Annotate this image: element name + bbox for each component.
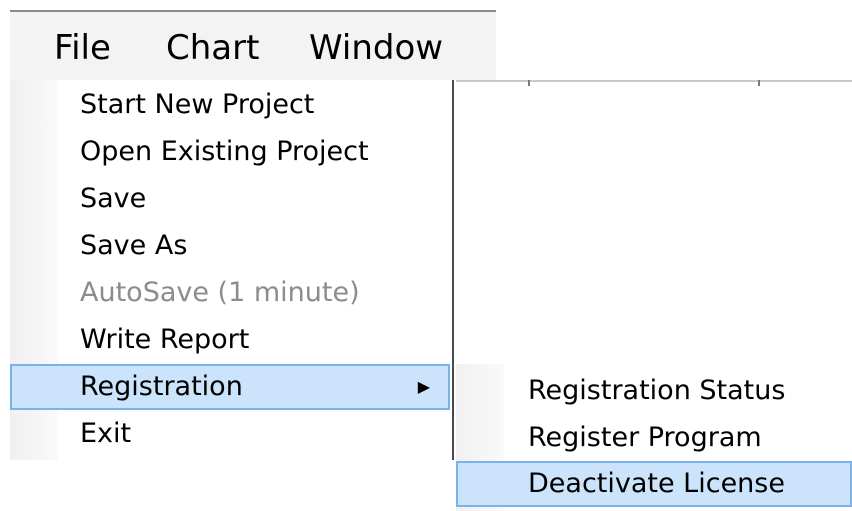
menu-file[interactable]: File — [54, 26, 111, 70]
menu-item-open-existing-project[interactable]: Open Existing Project — [10, 129, 450, 175]
submenu-item-label: Deactivate License — [528, 468, 785, 499]
app-window: File Chart Window Start New Project Open… — [0, 0, 852, 511]
chevron-right-icon: ▶ — [417, 377, 430, 396]
background-window-edge — [456, 80, 852, 86]
file-menu-dropdown: Start New Project Open Existing Project … — [10, 80, 454, 460]
menu-item-label: Exit — [80, 418, 132, 449]
menu-item-label: Save As — [80, 230, 188, 261]
submenu-item-label: Registration Status — [528, 375, 786, 406]
menu-item-label: Registration — [80, 371, 243, 402]
menu-item-write-report[interactable]: Write Report — [10, 317, 450, 363]
menu-chart[interactable]: Chart — [166, 26, 259, 70]
menu-item-label: Save — [80, 183, 147, 214]
menu-window[interactable]: Window — [309, 26, 443, 70]
menu-item-save-as[interactable]: Save As — [10, 223, 450, 269]
menu-item-exit[interactable]: Exit — [10, 411, 450, 457]
menu-item-label: Open Existing Project — [80, 136, 369, 167]
ruler-tick — [758, 80, 760, 86]
menu-item-registration[interactable]: Registration ▶ — [10, 364, 450, 410]
menu-bar: File Chart Window — [10, 10, 496, 80]
submenu-item-label: Register Program — [528, 422, 762, 453]
menu-item-label: Start New Project — [80, 89, 315, 120]
menu-item-save[interactable]: Save — [10, 176, 450, 222]
menu-item-label[interactable]: Write Report — [80, 324, 249, 355]
registration-submenu: Registration Status Register Program Dea… — [456, 364, 852, 511]
submenu-item-register-program[interactable]: Register Program — [456, 415, 852, 461]
menu-item-start-new-project[interactable]: Start New Project — [10, 82, 450, 128]
submenu-item-registration-status[interactable]: Registration Status — [456, 368, 852, 414]
submenu-item-deactivate-license[interactable]: Deactivate License — [456, 461, 852, 507]
menu-item-label: AutoSave (1 minute) — [80, 277, 360, 308]
menu-item-autosave: AutoSave (1 minute) — [10, 270, 450, 316]
ruler-tick — [528, 80, 530, 86]
